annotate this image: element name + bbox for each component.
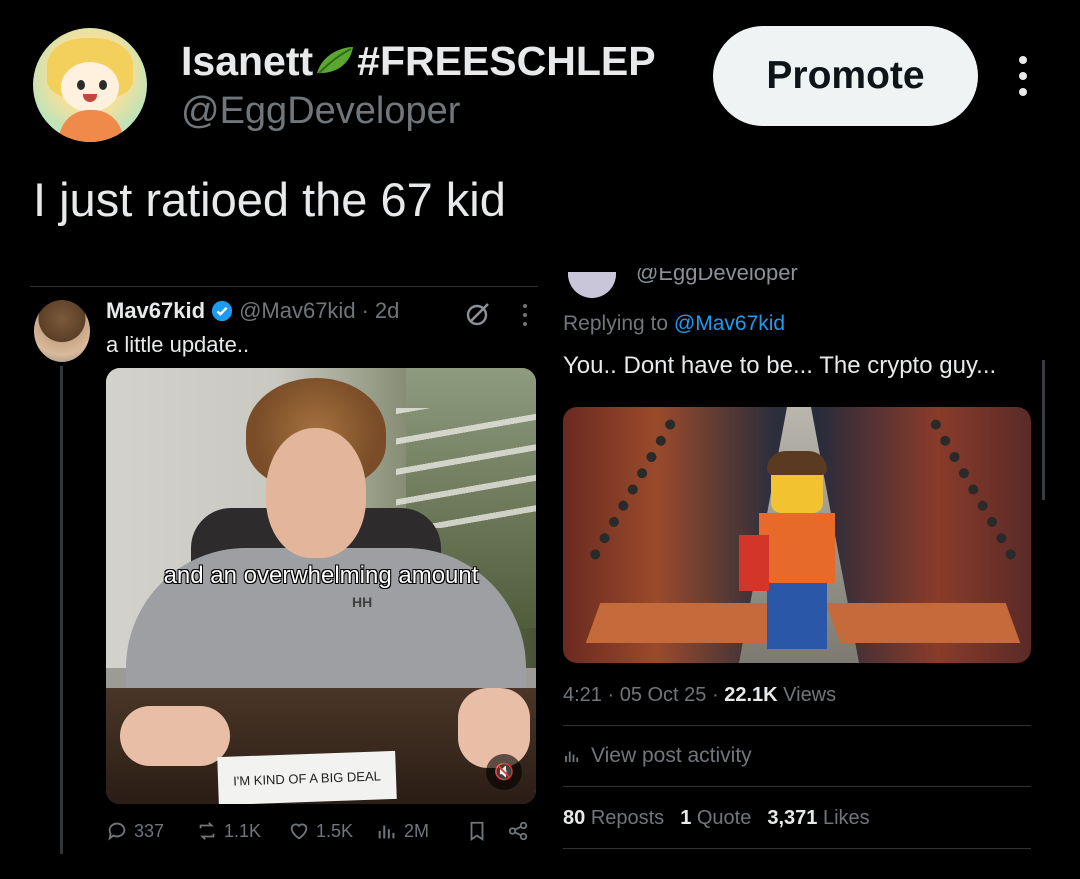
- repost-count: 1.1K: [196, 818, 261, 844]
- reply-count-value: 337: [134, 820, 165, 841]
- replying-prefix: Replying to: [563, 312, 669, 335]
- embedded-author-name: Mav67kid: [106, 298, 206, 323]
- reposts-stat: 80 Reposts: [563, 807, 664, 830]
- likes-count: 3,371: [767, 807, 818, 829]
- lego-brick: [739, 535, 769, 591]
- divider: [30, 286, 538, 287]
- share-button: [507, 818, 529, 844]
- leaf-icon: [317, 47, 354, 74]
- desk-sign: I'M KIND OF A BIG DEAL: [217, 750, 397, 804]
- separator: ·: [361, 298, 369, 323]
- share-icon: [508, 821, 528, 841]
- image-chain: [588, 417, 738, 597]
- lego-figure-hair: [767, 451, 827, 475]
- likes-stat: 3,371 Likes: [767, 807, 869, 830]
- replying-to-mention: @Mav67kid: [673, 312, 786, 335]
- repost-icon: [199, 822, 215, 840]
- video-face: [266, 428, 366, 558]
- divider: [563, 848, 1031, 849]
- avatar-face: [61, 62, 119, 112]
- avatar-eye: [99, 80, 107, 90]
- promote-button[interactable]: Promote: [713, 26, 978, 126]
- image-deck: [825, 603, 1021, 643]
- more-icon[interactable]: [1011, 56, 1035, 96]
- like-count: 1.5K: [288, 818, 353, 844]
- reply-image: [563, 407, 1031, 663]
- divider: [563, 725, 1031, 726]
- like-count-value: 1.5K: [316, 820, 354, 841]
- heart-icon: [290, 823, 308, 840]
- reply-time: 4:21 · 05 Oct 25 ·: [563, 684, 719, 706]
- shirt-logo: HH: [352, 594, 373, 610]
- reply-timestamp: 4:21 · 05 Oct 25 · 22.1K Views: [563, 684, 836, 707]
- reply-count: 337: [106, 818, 164, 844]
- video-hand: [120, 706, 230, 766]
- quotes-label: Quote: [696, 807, 752, 829]
- embedded-author-row: Mav67kid @Mav67kid · 2d: [106, 298, 399, 324]
- author-name-text: Isanett: [181, 38, 314, 84]
- replying-to: Replying to @Mav67kid: [563, 312, 785, 336]
- views-icon: [565, 751, 579, 762]
- author-avatar[interactable]: [33, 28, 147, 142]
- scrollbar: [1042, 360, 1045, 500]
- embedded-post-time: 2d: [374, 298, 400, 323]
- avatar-eye: [77, 80, 85, 90]
- image-chain: [868, 417, 1018, 597]
- author-name-suffix: #FREESCHLEP: [357, 38, 656, 84]
- bookmark-button: [466, 818, 488, 844]
- view-count: 2M: [376, 818, 429, 844]
- repost-count-value: 1.1K: [224, 820, 262, 841]
- author-display-name[interactable]: Isanett #FREESCHLEP: [181, 38, 656, 85]
- quotes-count: 1: [680, 807, 692, 829]
- reply-views-label: Views: [783, 684, 837, 706]
- mav67kid-avatar: [34, 300, 90, 362]
- view-post-activity-label: View post activity: [591, 744, 752, 767]
- video-caption: and an overwhelming amount: [163, 562, 479, 589]
- likes-label: Likes: [822, 807, 870, 829]
- video-blinds: [396, 408, 536, 528]
- post-text: I just ratioed the 67 kid: [33, 173, 506, 226]
- reply-icon: [108, 822, 126, 841]
- view-post-activity: View post activity: [563, 744, 752, 768]
- lego-figure-legs: [767, 583, 827, 649]
- divider: [563, 786, 1031, 787]
- reply-author-handle: @EggDeveloper: [636, 268, 798, 285]
- embedded-author-handle: @Mav67kid: [239, 298, 356, 323]
- image-deck: [585, 603, 781, 643]
- bookmark-icon: [470, 821, 484, 841]
- reposts-count: 80: [563, 807, 586, 829]
- thread-line: [60, 366, 63, 854]
- author-handle[interactable]: @EggDeveloper: [181, 90, 460, 133]
- grok-icon: [466, 303, 489, 326]
- reply-stats: 80 Reposts 1 Quote 3,371 Likes: [563, 807, 870, 830]
- embedded-video: and an overwhelming amount HH I'M KIND O…: [106, 368, 536, 804]
- lego-figure-body: [759, 513, 835, 583]
- avatar-body: [59, 110, 123, 142]
- reposts-label: Reposts: [590, 807, 665, 829]
- view-count-value: 2M: [404, 820, 430, 841]
- mute-icon: 🔇: [486, 754, 522, 790]
- views-icon: [378, 825, 395, 839]
- quotes-stat: 1 Quote: [680, 807, 751, 830]
- reply-views-count: 22.1K: [724, 684, 778, 706]
- embedded-post-text: a little update..: [106, 332, 250, 357]
- reply-author-avatar: [568, 272, 616, 298]
- more-icon: [522, 304, 528, 326]
- reply-text: You.. Dont have to be... The crypto guy.…: [563, 352, 997, 379]
- verified-badge-icon: [211, 300, 233, 322]
